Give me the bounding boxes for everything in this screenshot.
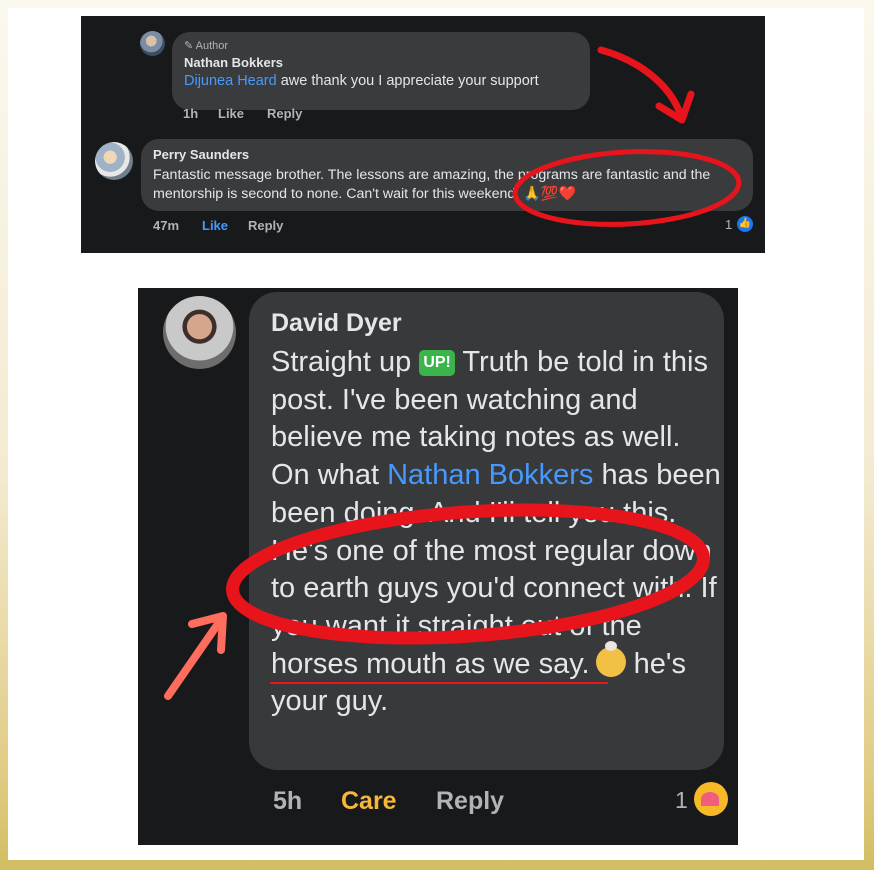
top-comment-screenshot: ✎ Author Nathan Bokkers Dijunea Heard aw… [81,16,765,253]
red-circle-annotation [512,149,742,227]
red-circle-annotation [226,503,710,645]
annotation-overlay [512,46,742,227]
red-arrow-annotation [164,614,226,700]
bottom-comment-screenshot: David Dyer Straight up UP! Truth be told… [138,288,738,845]
red-arrow-annotation [597,46,685,120]
annotation-overlay [164,503,710,700]
